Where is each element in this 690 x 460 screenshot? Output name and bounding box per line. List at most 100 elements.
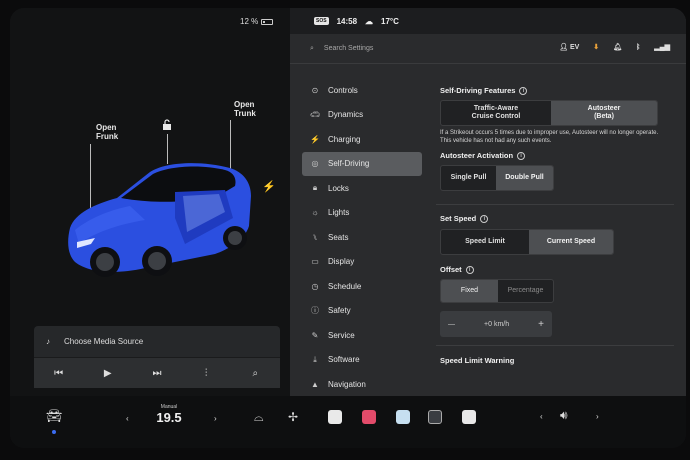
clock: 14:58 xyxy=(336,16,358,26)
double-pull-option[interactable]: Double Pull xyxy=(496,166,553,190)
play-icon[interactable]: ▶ xyxy=(98,368,118,379)
temperature-cloud-icon: ☁ xyxy=(365,16,374,26)
open-trunk-button[interactable]: Open Trunk xyxy=(234,100,256,118)
divider xyxy=(436,204,674,205)
menu-item-lights[interactable]: ☼ Lights xyxy=(302,201,422,226)
car-active-dot xyxy=(52,430,56,434)
charge-port-bolt-icon[interactable]: ⚡ xyxy=(262,180,276,193)
open-frunk-button[interactable]: Open Frunk xyxy=(96,123,118,141)
update-download-icon[interactable]: ⬇ xyxy=(593,43,599,51)
seat-icon: ⑊ xyxy=(312,232,318,242)
activation-title-text: Autosteer Activation xyxy=(440,151,514,160)
percentage-option[interactable]: Percentage xyxy=(498,280,553,302)
increase-offset-button[interactable]: + xyxy=(538,319,544,330)
current-speed-option[interactable]: Current Speed xyxy=(528,230,613,254)
info-icon[interactable]: i xyxy=(465,265,474,274)
menu-item-label: Display xyxy=(328,257,355,267)
menu-item-label: Lights xyxy=(328,208,350,218)
offset-title-text: Offset xyxy=(440,265,462,274)
self-driving-settings: Self-Driving Features i Traffic-Aware Cru… xyxy=(436,86,674,365)
toggle-icon: ⊙ xyxy=(311,85,319,95)
menu-item-software[interactable]: ⤓ Software xyxy=(302,348,422,373)
menu-item-service[interactable]: ✎ Service xyxy=(302,323,422,348)
info-icon[interactable]: i xyxy=(480,214,489,223)
car-icon: 🚗︎ xyxy=(310,110,321,120)
volume-down-chevron-icon[interactable]: ‹ xyxy=(540,412,543,421)
settings-search-bar[interactable]: ⌕ Search Settings 👤︎ EV ⬇ 🔔︎ ᛒ ▂▄▆ xyxy=(290,34,686,64)
set-speed-selector: Speed Limit Current Speed xyxy=(440,229,614,255)
menu-item-controls[interactable]: ⊙ Controls xyxy=(302,78,422,103)
temp-value: 19.5 xyxy=(156,410,182,425)
app-tile-icon[interactable] xyxy=(328,410,342,424)
temp-down-chevron-icon[interactable]: ‹ xyxy=(126,414,129,423)
offset-stepper: — +0 km/h + xyxy=(440,311,552,337)
menu-item-navigation[interactable]: ▲ Navigation xyxy=(302,372,422,397)
menu-item-label: Controls xyxy=(328,85,358,95)
bell-icon[interactable]: 🔔︎ xyxy=(613,43,622,51)
sos-badge[interactable]: SOS xyxy=(314,17,329,25)
music-app-icon[interactable] xyxy=(362,410,376,424)
set-speed-title: Set Speed i xyxy=(440,214,670,223)
equalizer-icon[interactable]: ⫶ xyxy=(196,368,216,379)
media-source-row[interactable]: ♪ Choose Media Source xyxy=(34,326,280,358)
previous-track-icon[interactable]: ⏮ xyxy=(49,368,69,379)
search-input[interactable]: Search Settings xyxy=(324,45,373,52)
unlock-icon[interactable] xyxy=(162,119,172,131)
autosteer-option[interactable]: Autosteer (Beta) xyxy=(550,101,657,125)
activation-selector: Single Pull Double Pull xyxy=(440,165,554,191)
speed-warning-title-text: Speed Limit Warning xyxy=(440,356,515,365)
media-source-label: Choose Media Source xyxy=(64,337,144,346)
info-icon[interactable]: i xyxy=(517,151,526,160)
battery-percent: 12 % xyxy=(240,17,259,26)
outside-temperature: 17°C xyxy=(381,16,399,26)
battery-icon xyxy=(261,18,274,25)
car-icon[interactable]: 🚘︎ xyxy=(46,408,63,424)
bluetooth-icon[interactable]: ᛒ xyxy=(636,44,640,51)
menu-item-self-driving[interactable]: ◎ Self-Driving xyxy=(302,151,422,176)
speed-warning-title: Speed Limit Warning xyxy=(440,356,670,365)
profile-button[interactable]: 👤︎ EV xyxy=(559,43,579,51)
menu-item-label: Service xyxy=(328,330,355,340)
signal-icon: ▂▄▆ xyxy=(654,44,670,51)
divider xyxy=(436,345,674,346)
offset-value: +0 km/h xyxy=(484,320,510,328)
fixed-option[interactable]: Fixed xyxy=(441,280,498,302)
menu-item-safety[interactable]: ⓘ Safety xyxy=(302,299,422,324)
app-tile-icon[interactable] xyxy=(396,410,410,424)
volume-up-chevron-icon[interactable]: › xyxy=(596,412,599,421)
traffic-aware-cruise-option[interactable]: Traffic-Aware Cruise Control xyxy=(441,101,551,125)
app-launcher-icon[interactable] xyxy=(428,410,442,424)
bottom-dock: 🚘︎ ‹ Manual 19.5 › ⌓ ✢ ‹ 🔊︎ › xyxy=(10,396,686,448)
person-icon: 👤︎ xyxy=(559,44,568,51)
menu-item-seats[interactable]: ⑊ Seats xyxy=(302,225,422,250)
menu-item-locks[interactable]: 🔒︎ Locks xyxy=(302,176,422,201)
volume-icon[interactable]: 🔊︎ xyxy=(560,408,568,423)
search-media-icon[interactable]: ⌕ xyxy=(245,368,265,379)
features-title: Self-Driving Features i xyxy=(440,86,670,95)
temp-up-chevron-icon[interactable]: › xyxy=(214,414,217,423)
battery-indicator: 12 % xyxy=(240,17,274,26)
features-selector: Traffic-Aware Cruise Control Autosteer (Be… xyxy=(440,100,658,126)
menu-item-display[interactable]: ▭ Display xyxy=(302,250,422,275)
app-tile-icon[interactable] xyxy=(462,410,476,424)
next-track-icon[interactable]: ⏭ xyxy=(147,368,167,379)
menu-item-dynamics[interactable]: 🚗︎ Dynamics xyxy=(302,103,422,128)
open-trunk-label-1: Open xyxy=(234,100,255,109)
settings-menu: ⊙ Controls 🚗︎ Dynamics ⚡ Charging ◎ Self-Drivin… xyxy=(302,78,422,397)
menu-item-charging[interactable]: ⚡ Charging xyxy=(302,127,422,152)
fan-icon[interactable]: ✢ xyxy=(288,410,298,424)
menu-item-label: Schedule xyxy=(328,281,362,291)
info-icon[interactable]: i xyxy=(519,86,528,95)
lock-icon: 🔒︎ xyxy=(312,183,318,193)
decrease-offset-button[interactable]: — xyxy=(448,321,455,328)
display-icon: ▭ xyxy=(311,257,319,267)
wrench-icon: ✎ xyxy=(311,330,319,340)
autosteer-label-1: Autosteer xyxy=(587,105,621,112)
defrost-icon[interactable]: ⌓ xyxy=(254,410,264,425)
media-player: ♪ Choose Media Source ⏮ ▶ ⏭ ⫶ ⌕ xyxy=(34,326,280,388)
single-pull-option[interactable]: Single Pull xyxy=(441,166,496,190)
autosteer-label-2: (Beta) xyxy=(594,113,614,120)
speed-limit-option[interactable]: Speed Limit xyxy=(441,230,529,254)
cabin-temperature[interactable]: Manual 19.5 xyxy=(134,404,204,425)
menu-item-schedule[interactable]: ◷ Schedule xyxy=(302,274,422,299)
